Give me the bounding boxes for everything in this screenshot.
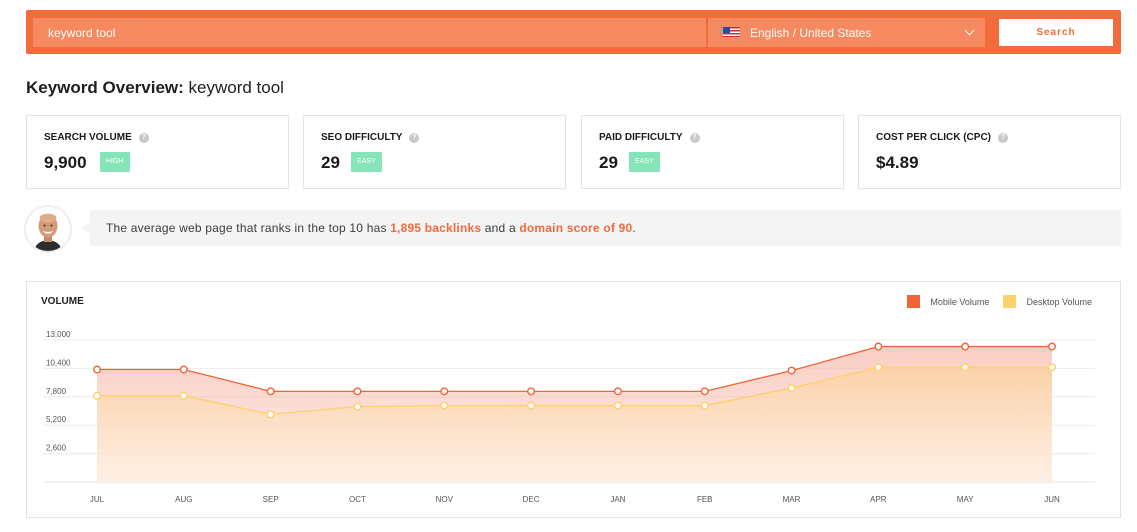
help-icon[interactable]: ? xyxy=(689,132,700,143)
x-tick-label: SEP xyxy=(263,495,279,504)
insight-text-before: The average web page that ranks in the t… xyxy=(106,221,391,235)
search-bar: English / United States Search xyxy=(26,10,1121,54)
page-title-keyword: keyword tool xyxy=(188,78,284,97)
avatar xyxy=(26,207,70,251)
x-tick-label: MAR xyxy=(783,495,801,504)
insight-text-after: . xyxy=(632,221,636,235)
data-point-desktop xyxy=(961,363,970,372)
search-input[interactable] xyxy=(33,18,706,47)
data-point-mobile xyxy=(440,387,449,396)
metric-label-wrap: SEO DIFFICULTY ? xyxy=(321,132,420,143)
y-tick-label: 2,600 xyxy=(46,444,67,453)
x-tick-label: DEC xyxy=(523,495,540,504)
x-tick-label: NOV xyxy=(436,495,454,504)
metric-value: 9,900 xyxy=(44,153,87,172)
data-point-desktop xyxy=(787,384,796,393)
x-tick-label: JUN xyxy=(1044,495,1060,504)
metric-label: SEO DIFFICULTY xyxy=(321,132,403,143)
data-point-mobile xyxy=(874,342,883,351)
insight-domain-score: domain score of 90 xyxy=(519,221,633,235)
metric-label: PAID DIFFICULTY xyxy=(599,132,683,143)
data-point-desktop xyxy=(700,401,709,410)
language-select-label: English / United States xyxy=(750,25,872,40)
x-tick-label: JAN xyxy=(610,495,625,504)
us-flag-icon xyxy=(723,27,740,38)
data-point-desktop xyxy=(440,401,449,410)
metric-value: 29 xyxy=(599,153,618,172)
data-point-mobile xyxy=(179,365,188,374)
language-select[interactable]: English / United States xyxy=(708,18,985,47)
data-point-mobile xyxy=(353,387,362,396)
volume-chart: 13,000 10,400 7,800 5,200 2,600 JUL AUG SEP OCT N… xyxy=(43,330,1095,504)
help-icon[interactable]: ? xyxy=(998,132,1008,143)
metric-value: $4.89 xyxy=(876,153,919,172)
data-point-mobile xyxy=(700,387,709,396)
data-point-desktop xyxy=(266,410,275,419)
data-point-desktop xyxy=(613,401,622,410)
volume-chart-card: VOLUME Mobile Volume Desktop Volume 13,0… xyxy=(26,281,1121,518)
metric-label: COST PER CLICK (CPC) xyxy=(876,132,991,143)
x-tick-label: MAY xyxy=(957,495,974,504)
x-tick-label: JUL xyxy=(90,495,105,504)
metric-label: SEARCH VOLUME xyxy=(44,132,132,143)
avatar-face-icon xyxy=(26,207,70,251)
status-badge: EASY xyxy=(629,152,660,172)
x-tick-label: AUG xyxy=(175,495,192,504)
data-point-mobile xyxy=(92,365,101,374)
data-point-desktop xyxy=(1048,363,1057,372)
data-point-desktop xyxy=(179,391,188,400)
insight-box: The average web page that ranks in the t… xyxy=(81,210,1121,246)
metric-label-wrap: PAID DIFFICULTY ? xyxy=(599,132,700,143)
search-button[interactable]: Search xyxy=(999,19,1113,46)
metric-card-paid-difficulty: PAID DIFFICULTY ? 29 EASY xyxy=(581,115,844,189)
data-point-desktop xyxy=(92,391,101,400)
metric-value: 29 xyxy=(321,153,340,172)
metric-label-wrap: SEARCH VOLUME ? xyxy=(44,132,149,143)
data-point-desktop xyxy=(527,401,536,410)
data-point-mobile xyxy=(1048,342,1057,351)
data-point-mobile xyxy=(961,342,970,351)
data-point-mobile xyxy=(266,387,275,396)
insight-backlinks: 1,895 backlinks xyxy=(390,221,482,235)
metric-card-seo-difficulty: SEO DIFFICULTY ? 29 EASY xyxy=(303,115,566,189)
status-badge: EASY xyxy=(351,152,382,172)
metric-label-wrap: COST PER CLICK (CPC) ? xyxy=(876,132,1008,143)
x-tick-label: OCT xyxy=(349,495,366,504)
insight-text-middle: and a xyxy=(481,221,520,235)
status-badge: HIGH xyxy=(100,152,130,172)
y-tick-label: 5,200 xyxy=(46,415,67,424)
help-icon[interactable]: ? xyxy=(409,132,420,143)
y-tick-label: 7,800 xyxy=(46,387,67,396)
page-title: Keyword Overview: keyword tool xyxy=(26,78,284,98)
x-tick-label: FEB xyxy=(697,495,713,504)
y-tick-label: 10,400 xyxy=(46,358,71,367)
data-point-desktop xyxy=(874,363,883,372)
metric-card-cpc: COST PER CLICK (CPC) ? $4.89 xyxy=(858,115,1121,189)
help-icon[interactable]: ? xyxy=(138,132,149,143)
data-point-mobile xyxy=(527,387,536,396)
x-tick-label: APR xyxy=(870,495,887,504)
data-point-desktop xyxy=(353,402,362,411)
data-point-mobile xyxy=(787,366,796,375)
chevron-down-icon xyxy=(964,25,975,36)
metric-card-search-volume: SEARCH VOLUME ? 9,900 HIGH xyxy=(26,115,289,189)
page-title-prefix: Keyword Overview: xyxy=(26,78,184,97)
y-tick-label: 13,000 xyxy=(46,330,71,339)
data-point-mobile xyxy=(613,387,622,396)
